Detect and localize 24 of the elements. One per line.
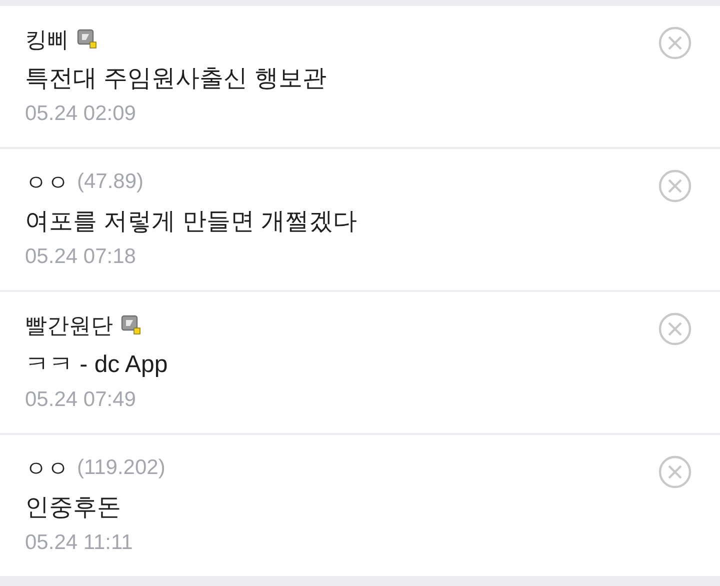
delete-button[interactable] — [658, 26, 692, 60]
member-badge-icon — [121, 315, 141, 335]
comment-text: 여포를 저렇게 만들면 개쩔겠다 — [25, 207, 358, 237]
timestamp: 05.24 11:11 — [25, 530, 134, 556]
timestamp: 05.24 02:09 — [25, 101, 137, 127]
close-icon — [658, 26, 692, 60]
author-name: 빨간원단 — [25, 312, 113, 340]
comment-text: ㅋㅋ - dc App — [25, 350, 169, 380]
close-icon — [658, 169, 692, 203]
delete-button[interactable] — [658, 455, 692, 489]
delete-button[interactable] — [658, 312, 692, 346]
comment-text: 인중후돈 — [25, 493, 122, 523]
author-name: ㅇㅇ — [25, 168, 69, 196]
timestamp: 05.24 07:18 — [25, 244, 137, 270]
delete-button[interactable] — [658, 169, 692, 203]
timestamp: 05.24 07:49 — [25, 387, 137, 413]
ip-address: (119.202) — [77, 455, 166, 482]
close-icon — [658, 312, 692, 346]
member-badge-icon — [77, 29, 97, 49]
author-name: 킹삐 — [25, 26, 69, 54]
close-icon — [658, 455, 692, 489]
ip-address: (47.89) — [77, 169, 144, 196]
author-name: ㅇㅇ — [25, 454, 69, 482]
comment-text: 특전대 주임원사출신 행보관 — [25, 64, 328, 94]
